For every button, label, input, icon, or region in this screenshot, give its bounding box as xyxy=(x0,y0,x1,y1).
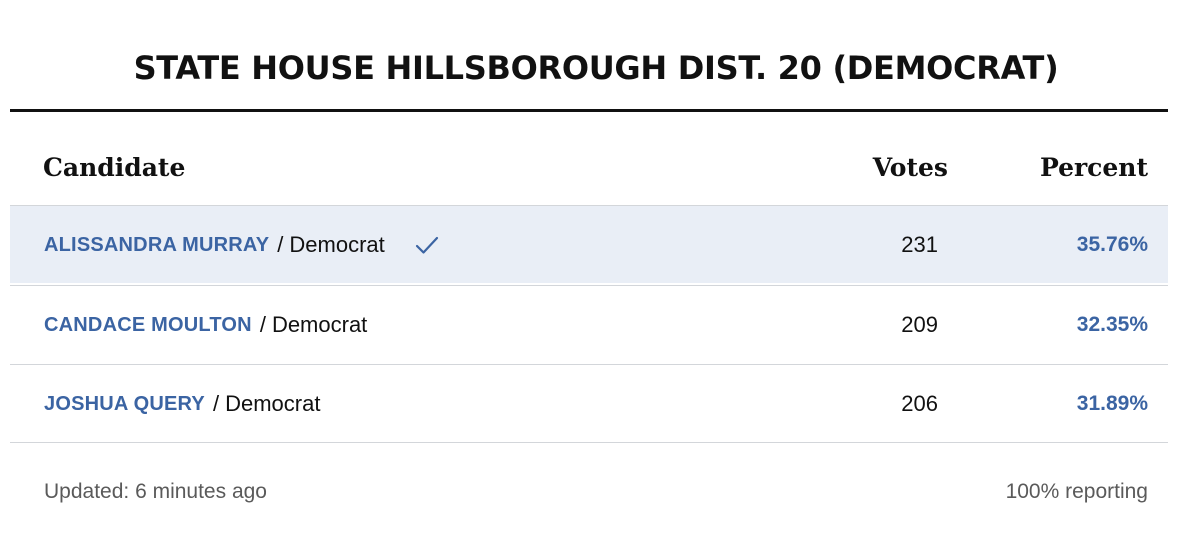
party-separator: / xyxy=(259,312,266,337)
table-bottom-divider xyxy=(10,442,1168,443)
vote-count: 209 xyxy=(901,312,938,337)
table-row: ALISSANDRA MURRAY / Democrat 231 35.76% xyxy=(10,205,1168,283)
vote-count: 206 xyxy=(901,391,938,416)
candidate-cell: ALISSANDRA MURRAY / Democrat xyxy=(44,206,439,284)
vote-percent: 32.35% xyxy=(1076,313,1148,336)
table-header: Candidate Votes Percent xyxy=(10,140,1168,204)
column-header-candidate: Candidate xyxy=(43,153,186,182)
race-title: STATE HOUSE HILLSBOROUGH DIST. 20 (DEMOC… xyxy=(133,49,1059,87)
table-row: CANDACE MOULTON / Democrat 209 32.35% xyxy=(10,285,1168,363)
candidate-cell: JOSHUA QUERY / Democrat xyxy=(44,365,320,443)
candidate-cell: CANDACE MOULTON / Democrat xyxy=(44,286,367,364)
column-header-percent: Percent xyxy=(1039,153,1148,182)
table-row: JOSHUA QUERY / Democrat 206 31.89% xyxy=(10,364,1168,442)
vote-percent: 31.89% xyxy=(1076,392,1148,415)
party-separator: / xyxy=(277,232,284,257)
column-header-votes: Votes xyxy=(872,153,948,182)
candidate-party: Democrat xyxy=(289,232,385,257)
candidate-party: Democrat xyxy=(225,391,321,416)
candidate-party: Democrat xyxy=(271,312,368,337)
checkmark-icon xyxy=(415,233,439,257)
party-separator: / xyxy=(212,391,220,416)
reporting-status: 100% reporting xyxy=(1005,480,1148,503)
vote-count: 231 xyxy=(901,232,938,257)
candidate-name: CANDACE MOULTON xyxy=(44,313,252,336)
updated-timestamp: Updated: 6 minutes ago xyxy=(44,480,267,503)
title-divider xyxy=(10,109,1168,112)
candidate-name: JOSHUA QUERY xyxy=(44,392,205,415)
vote-percent: 35.76% xyxy=(1076,233,1148,256)
candidate-name: ALISSANDRA MURRAY xyxy=(44,233,270,256)
